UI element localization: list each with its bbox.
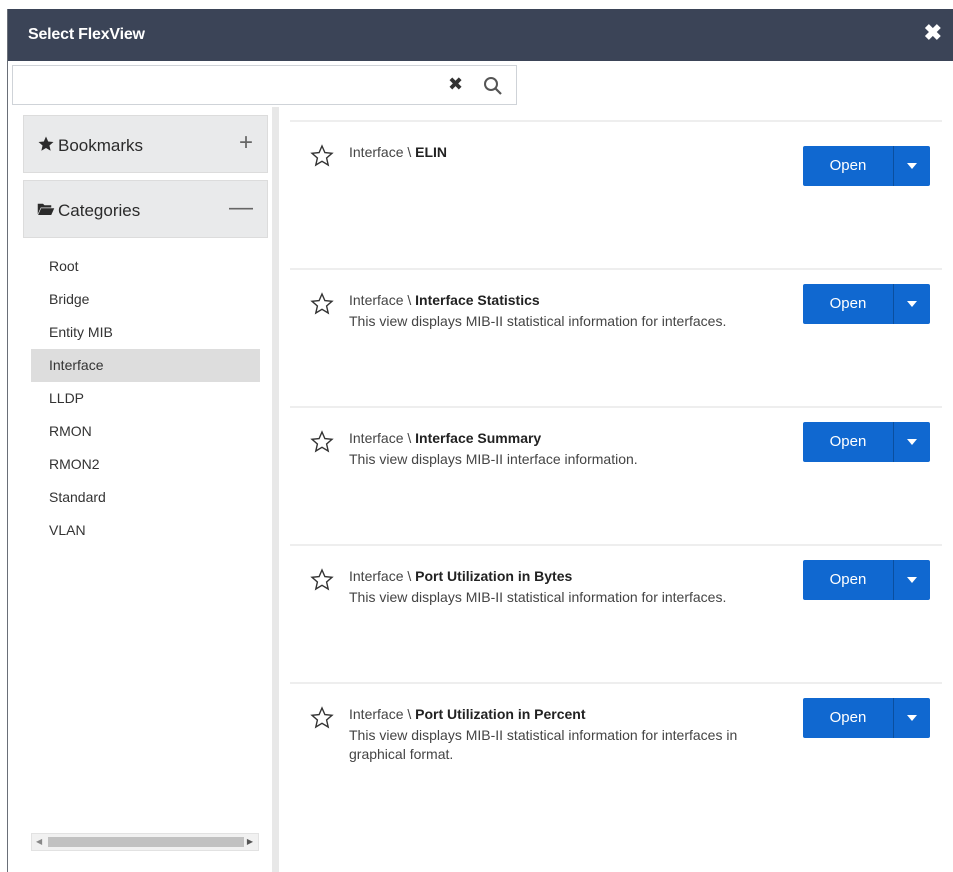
open-button[interactable]: Open [803, 422, 930, 462]
flexview-title: Interface \ Port Utilization in Percent [349, 706, 586, 722]
scrollbar-thumb[interactable] [48, 837, 244, 847]
categories-label: Categories [58, 201, 141, 220]
flexview-category: Interface \ [349, 430, 416, 446]
star-icon [38, 136, 54, 151]
open-button-label: Open [829, 157, 867, 174]
bookmarks-header[interactable]: Bookmarks + [23, 115, 268, 173]
category-item-entity-mib[interactable]: Entity MIB [31, 316, 260, 349]
categories-header[interactable]: Categories — [23, 180, 268, 238]
star-outline-icon[interactable] [310, 568, 334, 592]
flexview-category: Interface \ [349, 706, 416, 722]
flexview-card-interface-summary: Interface \ Interface Summary This view … [290, 406, 942, 545]
flexview-card-elin: Interface \ ELIN Open [290, 120, 942, 259]
category-item-lldp[interactable]: LLDP [31, 382, 260, 415]
flexview-card-port-utilization-bytes: Interface \ Port Utilization in Bytes Th… [290, 544, 942, 683]
flexview-title: Interface \ Interface Summary [349, 430, 541, 446]
chevron-down-icon[interactable] [894, 284, 930, 324]
flexview-description: This view displays MIB-II statistical in… [349, 589, 727, 605]
left-panel: Bookmarks + Categories — Root Bridge Ent… [23, 113, 268, 866]
open-button-label: Open [829, 709, 867, 726]
star-outline-icon[interactable] [310, 706, 334, 730]
flexview-name: Interface Statistics [415, 292, 540, 308]
flexview-title: Interface \ Port Utilization in Bytes [349, 568, 572, 584]
category-item-interface[interactable]: Interface [31, 349, 260, 382]
star-outline-icon[interactable] [310, 430, 334, 454]
dialog-title: Select FlexView [28, 26, 145, 43]
open-button[interactable]: Open [803, 146, 930, 186]
search-icon[interactable] [483, 76, 503, 96]
category-item-standard[interactable]: Standard [31, 481, 260, 514]
open-button-label: Open [829, 433, 867, 450]
dialog-titlebar: Select FlexView ✖ [8, 9, 953, 61]
chevron-down-icon[interactable] [894, 698, 930, 738]
bookmarks-label: Bookmarks [58, 136, 144, 155]
select-flexview-dialog: Select FlexView ✖ ✖ Bookmarks + Categori… [7, 9, 953, 872]
chevron-down-icon[interactable] [894, 560, 930, 600]
category-item-rmon2[interactable]: RMON2 [31, 448, 260, 481]
star-outline-icon[interactable] [310, 292, 334, 316]
open-button[interactable]: Open [803, 698, 930, 738]
category-item-rmon[interactable]: RMON [31, 415, 260, 448]
folder-open-icon [37, 203, 55, 215]
chevron-down-icon[interactable] [894, 146, 930, 186]
open-button-label: Open [829, 295, 867, 312]
flexview-card-interface-statistics: Interface \ Interface Statistics This vi… [290, 268, 942, 407]
close-icon[interactable]: ✖ [924, 22, 942, 44]
flexview-name: Port Utilization in Bytes [415, 568, 573, 584]
category-item-bridge[interactable]: Bridge [31, 283, 260, 316]
flexview-description: This view displays MIB-II statistical in… [349, 313, 727, 329]
flexview-category: Interface \ [349, 144, 416, 160]
horizontal-scrollbar[interactable]: ◀ ▶ [31, 833, 259, 851]
category-item-vlan[interactable]: VLAN [31, 514, 260, 547]
flexview-title: Interface \ ELIN [349, 144, 447, 160]
flexview-description: This view displays MIB-II statistical in… [349, 727, 738, 762]
scroll-right-arrow-icon[interactable]: ▶ [247, 837, 253, 846]
scroll-left-arrow-icon[interactable]: ◀ [36, 837, 42, 846]
flexview-card-port-utilization-percent: Interface \ Port Utilization in Percent … [290, 682, 942, 834]
chevron-down-icon[interactable] [894, 422, 930, 462]
star-outline-icon[interactable] [310, 144, 334, 168]
flexview-category: Interface \ [349, 292, 416, 308]
flexview-list: Interface \ ELIN Open Interface \ Interf… [290, 120, 942, 870]
collapse-categories-icon[interactable]: — [229, 195, 253, 221]
flexview-name: Interface Summary [415, 430, 542, 446]
flexview-category: Interface \ [349, 568, 416, 584]
flexview-name: Port Utilization in Percent [415, 706, 586, 722]
panel-splitter[interactable] [272, 107, 279, 872]
flexview-name: ELIN [415, 144, 448, 160]
flexview-description: This view displays MIB-II interface info… [349, 451, 638, 467]
open-button[interactable]: Open [803, 284, 930, 324]
open-button-label: Open [829, 571, 867, 588]
open-button[interactable]: Open [803, 560, 930, 600]
search-input[interactable]: ✖ [12, 65, 517, 105]
flexview-title: Interface \ Interface Statistics [349, 292, 540, 308]
add-bookmark-icon[interactable]: + [239, 130, 253, 156]
category-list: Root Bridge Entity MIB Interface LLDP RM… [31, 250, 260, 547]
clear-search-icon[interactable]: ✖ [448, 74, 463, 95]
category-item-root[interactable]: Root [31, 250, 260, 283]
